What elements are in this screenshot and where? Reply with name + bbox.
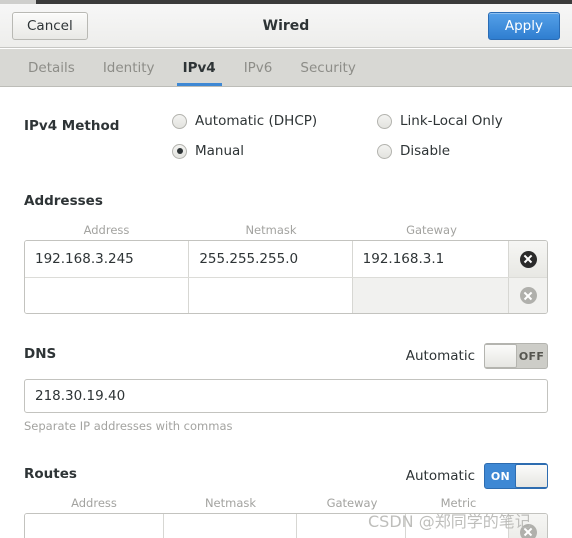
radio-automatic-dhcp-label: Automatic (DHCP) bbox=[195, 113, 318, 129]
ipv4-settings-dialog: Cancel Wired Apply Details Identity IPv4… bbox=[0, 0, 572, 538]
delete-route-row1-button[interactable] bbox=[509, 514, 547, 538]
radio-disable[interactable]: Disable bbox=[377, 143, 450, 159]
dns-section: DNS Automatic OFF 218.30.19.40 Separate … bbox=[24, 343, 548, 433]
addresses-col-address: Address bbox=[83, 223, 130, 237]
netmask-input-row2[interactable] bbox=[189, 278, 353, 313]
radio-automatic-dhcp[interactable]: Automatic (DHCP) bbox=[172, 113, 317, 129]
apply-button[interactable]: Apply bbox=[487, 12, 560, 40]
tab-details[interactable]: Details bbox=[14, 49, 89, 86]
dns-toggle-state-label: OFF bbox=[518, 349, 545, 363]
cancel-button-label: Cancel bbox=[27, 18, 73, 34]
route-gateway-input-row1[interactable] bbox=[296, 514, 407, 538]
ipv4-settings-content: IPv4 Method Automatic (DHCP) Link-Local … bbox=[0, 88, 572, 538]
route-netmask-input-row1[interactable] bbox=[164, 514, 297, 538]
routes-col-gateway: Gateway bbox=[326, 496, 378, 510]
routes-toggle-state-label: ON bbox=[490, 469, 511, 483]
ipv4-method-label: IPv4 Method bbox=[24, 118, 120, 134]
tab-ipv6-label: IPv6 bbox=[243, 59, 273, 76]
tab-identity[interactable]: Identity bbox=[89, 49, 169, 86]
toggle-knob bbox=[485, 344, 517, 368]
close-circle-icon bbox=[519, 287, 537, 304]
apply-button-label: Apply bbox=[504, 18, 543, 34]
routes-table bbox=[24, 513, 548, 538]
delete-address-row2-button[interactable] bbox=[509, 278, 547, 313]
cancel-button[interactable]: Cancel bbox=[12, 12, 88, 40]
addresses-column-headers: Address Netmask Gateway bbox=[24, 223, 548, 237]
addresses-title: Addresses bbox=[24, 193, 103, 209]
radio-disable-label: Disable bbox=[400, 143, 451, 159]
radio-link-local-only-label: Link-Local Only bbox=[400, 113, 503, 129]
route-metric-input-row1[interactable] bbox=[406, 514, 509, 538]
delete-address-row1-button[interactable] bbox=[509, 241, 547, 277]
routes-header: Routes Automatic ON bbox=[24, 463, 548, 490]
tab-ipv4-label: IPv4 bbox=[182, 59, 216, 76]
tab-ipv6[interactable]: IPv6 bbox=[230, 49, 287, 86]
tab-identity-label: Identity bbox=[102, 59, 155, 76]
gateway-input-row1[interactable]: 192.168.3.1 bbox=[352, 241, 509, 277]
radio-circle-icon bbox=[377, 113, 392, 129]
dns-servers-input[interactable]: 218.30.19.40 bbox=[24, 379, 548, 413]
close-circle-icon bbox=[519, 523, 537, 538]
routes-col-address: Address bbox=[71, 496, 117, 510]
dns-header: DNS Automatic OFF bbox=[24, 343, 548, 370]
routes-automatic-control: Automatic ON bbox=[406, 463, 548, 489]
netmask-input-row1[interactable]: 255.255.255.0 bbox=[189, 241, 353, 277]
gateway-input-row2[interactable] bbox=[352, 278, 509, 313]
address-input-row2[interactable] bbox=[25, 278, 190, 313]
header-bar: Cancel Wired Apply bbox=[0, 4, 572, 48]
table-row bbox=[25, 277, 547, 313]
dns-automatic-label: Automatic bbox=[405, 348, 475, 364]
tab-security-label: Security bbox=[300, 59, 356, 76]
radio-manual[interactable]: Manual bbox=[172, 143, 244, 159]
addresses-col-netmask: Netmask bbox=[245, 223, 297, 237]
radio-circle-icon bbox=[377, 143, 392, 159]
radio-manual-label: Manual bbox=[195, 143, 245, 159]
addresses-section: Addresses Address Netmask Gateway 192.16… bbox=[24, 193, 548, 314]
routes-col-netmask: Netmask bbox=[204, 496, 257, 510]
routes-col-metric: Metric bbox=[440, 496, 477, 510]
routes-section: Routes Automatic ON Address Netmask Gate… bbox=[24, 463, 548, 538]
toggle-knob bbox=[515, 464, 547, 488]
table-row: 192.168.3.245 255.255.255.0 192.168.3.1 bbox=[25, 241, 547, 277]
dns-hint-text: Separate IP addresses with commas bbox=[24, 419, 233, 433]
addresses-header: Addresses bbox=[24, 193, 548, 217]
table-row bbox=[25, 514, 547, 538]
tab-details-label: Details bbox=[28, 59, 75, 76]
close-circle-icon bbox=[519, 250, 537, 268]
radio-circle-icon bbox=[172, 113, 187, 129]
tab-bar: Details Identity IPv4 IPv6 Security bbox=[0, 49, 572, 87]
dns-automatic-toggle[interactable]: OFF bbox=[484, 343, 548, 369]
routes-automatic-toggle[interactable]: ON bbox=[484, 463, 548, 489]
radio-circle-selected-icon bbox=[172, 143, 187, 159]
routes-column-headers: Address Netmask Gateway Metric bbox=[24, 496, 548, 510]
radio-link-local-only[interactable]: Link-Local Only bbox=[377, 113, 503, 129]
tab-security[interactable]: Security bbox=[286, 49, 369, 86]
route-address-input-row1[interactable] bbox=[25, 514, 165, 538]
tab-ipv4[interactable]: IPv4 bbox=[169, 49, 230, 86]
routes-automatic-label: Automatic bbox=[405, 468, 475, 484]
address-input-row1[interactable]: 192.168.3.245 bbox=[25, 241, 190, 277]
dns-automatic-control: Automatic OFF bbox=[406, 343, 548, 369]
addresses-table: 192.168.3.245 255.255.255.0 192.168.3.1 bbox=[24, 240, 548, 314]
addresses-col-gateway: Gateway bbox=[406, 223, 457, 237]
